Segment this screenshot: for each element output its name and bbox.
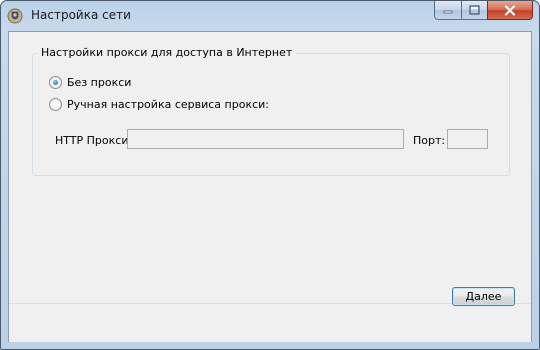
minimize-icon <box>443 10 453 14</box>
group-title: Настройки прокси для доступа в Интернет <box>37 46 297 59</box>
window-title: Настройка сети <box>31 8 131 22</box>
button-bar <box>9 303 531 342</box>
maximize-icon <box>469 5 480 15</box>
manual-proxy-label: Ручная настройка сервиса прокси: <box>67 98 269 111</box>
settings-window: Настройка сети Настройки прокси для дост… <box>0 0 540 350</box>
close-icon <box>504 4 516 16</box>
port-input[interactable] <box>447 129 488 149</box>
manual-proxy-radio-option[interactable]: Ручная настройка сервиса прокси: <box>49 98 269 111</box>
content-panel: Настройки прокси для доступа в Интернет … <box>9 32 531 303</box>
manual-proxy-radio[interactable] <box>49 98 62 111</box>
title-bar[interactable]: Настройка сети <box>1 1 539 31</box>
http-proxy-input[interactable] <box>127 129 404 149</box>
no-proxy-label: Без прокси <box>67 76 132 89</box>
minimize-button[interactable] <box>434 1 461 20</box>
next-button[interactable]: Далее <box>452 287 515 306</box>
proxy-settings-group <box>32 53 510 176</box>
port-label: Порт: <box>413 134 446 147</box>
caption-buttons <box>434 1 533 21</box>
close-button[interactable] <box>487 1 533 20</box>
no-proxy-radio-option[interactable]: Без прокси <box>49 76 131 89</box>
no-proxy-radio[interactable] <box>49 76 62 89</box>
maximize-button[interactable] <box>461 1 487 20</box>
http-proxy-label: HTTP Прокси: <box>55 134 133 147</box>
network-shield-icon <box>7 8 23 24</box>
